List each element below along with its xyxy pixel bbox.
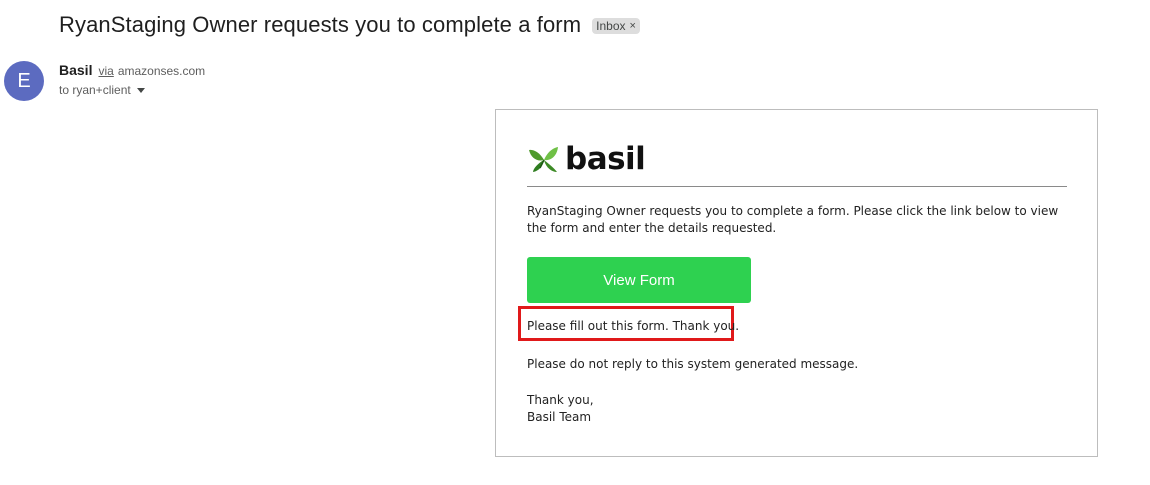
fill-form-note: Please fill out this form. Thank you. <box>527 319 740 333</box>
inbox-label-text: Inbox <box>596 19 626 33</box>
inbox-label-chip[interactable]: Inbox × <box>592 18 640 34</box>
header-divider <box>527 186 1067 187</box>
sender-avatar[interactable]: E <box>4 61 44 101</box>
signoff-line-2: Basil Team <box>527 410 592 424</box>
email-subject: RyanStaging Owner requests you to comple… <box>59 12 582 37</box>
via-link[interactable]: via <box>98 64 113 78</box>
basil-logo: basil <box>527 141 646 177</box>
signoff: Thank you, Basil Team <box>527 392 594 426</box>
basil-leaf-icon <box>529 147 558 172</box>
no-reply-notice: Please do not reply to this system gener… <box>527 357 859 371</box>
view-form-button[interactable]: View Form <box>527 257 751 303</box>
intro-paragraph: RyanStaging Owner requests you to comple… <box>527 204 1059 235</box>
sender-name[interactable]: Basil <box>59 62 92 78</box>
recipient-details-toggle[interactable]: to ryan+client <box>59 83 145 97</box>
basil-logo-text: basil <box>565 141 646 177</box>
signoff-line-1: Thank you, <box>527 393 594 407</box>
sender-line: Basil via amazonses.com <box>59 62 205 78</box>
via-domain: amazonses.com <box>117 64 206 78</box>
email-body-card: basil RyanStaging Owner requests you to … <box>495 109 1098 457</box>
chevron-down-icon[interactable] <box>136 88 145 93</box>
recipient-text: to ryan+client <box>59 83 131 97</box>
email-subject-row: RyanStaging Owner requests you to comple… <box>59 12 640 38</box>
remove-label-icon[interactable]: × <box>630 20 636 32</box>
